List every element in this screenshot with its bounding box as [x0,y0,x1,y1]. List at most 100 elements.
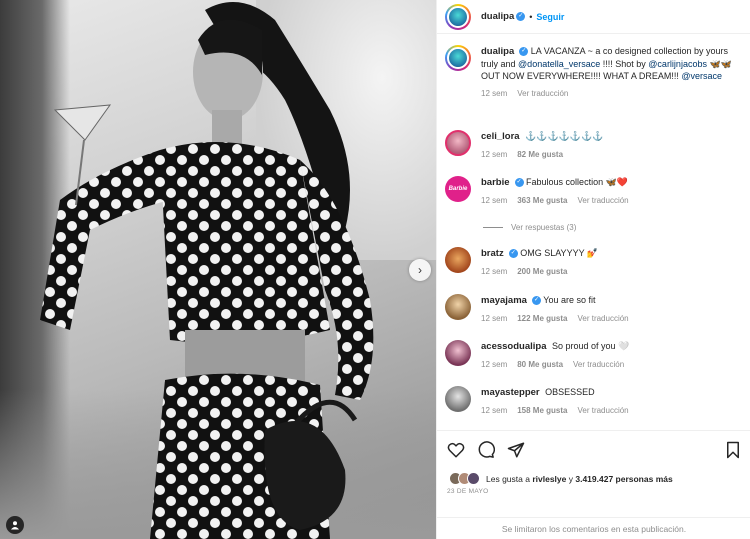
mention-link[interactable]: @versace [681,71,722,81]
commenter-avatar[interactable]: Barbie [445,176,471,202]
verified-icon: ✓ [508,249,518,259]
instagram-post: › dualipa ✓ • Seguir dualipa ✓ LA VACANZ… [0,0,750,539]
comment-text: celi_lora ⚓⚓⚓⚓⚓⚓⚓ [481,130,745,143]
commenter-avatar[interactable] [445,294,471,320]
comment-time[interactable]: 12 sem [481,360,507,369]
comment-text: mayastepper OBSESSED [481,386,745,399]
verified-icon: ✓ [531,296,541,306]
comment-item: Barbie barbie ✓ Fabulous collection 🦋❤️ 1… [445,176,745,205]
comment-text: acessodualipa So proud of you 🤍 [481,340,745,353]
likes-summary[interactable]: Les gusta a rivleslye y 3.419.427 person… [449,472,673,485]
share-icon[interactable] [507,441,525,459]
comment-item: bratz ✓ OMG SLAYYYY 💅 12 sem 200 Me gusta [445,247,745,276]
comment-meta: 12 sem 82 Me gusta [481,150,745,159]
comment-icon[interactable] [477,441,495,459]
commenter-username[interactable]: acessodualipa [481,341,546,352]
comment-time[interactable]: 12 sem [481,406,507,415]
comments-list[interactable]: dualipa ✓ LA VACANZA ~ a co designed coll… [437,35,750,430]
caption-text-part: !!!! Shot by [602,59,646,69]
commenter-username[interactable]: mayajama [481,295,527,306]
comments-limited-notice: Se limitaron los comentarios en esta pub… [437,517,750,534]
comment-body: OMG SLAYYYY 💅 [520,248,599,258]
bookmark-icon[interactable] [725,441,741,459]
replies-divider [483,227,503,228]
header-separator: • [529,11,533,22]
likes-text: Les gusta a rivleslye y 3.419.427 person… [486,474,673,484]
comment-likes[interactable]: 158 Me gusta [517,406,567,415]
translate-link[interactable]: Ver traducción [577,406,628,415]
comment-likes[interactable]: 363 Me gusta [517,196,567,205]
comment-item: mayastepper OBSESSED 12 sem 158 Me gusta… [445,386,745,415]
comment-likes[interactable]: 80 Me gusta [517,360,563,369]
post-date[interactable]: 23 DE MAYO [447,488,489,495]
mention-link[interactable]: @donatella_versace [518,59,600,69]
comment-meta: 12 sem 200 Me gusta [481,267,745,276]
author-username[interactable]: dualipa [481,11,514,22]
view-replies-button[interactable]: Ver respuestas (3) [483,223,576,232]
comment-meta: 12 sem 158 Me gusta Ver traducción [481,406,745,415]
comment-item: celi_lora ⚓⚓⚓⚓⚓⚓⚓ 12 sem 82 Me gusta [445,130,745,159]
commenter-avatar[interactable] [445,386,471,412]
caption-text: dualipa ✓ LA VACANZA ~ a co designed coll… [481,45,745,82]
post-side-panel: dualipa ✓ • Seguir dualipa ✓ LA VACANZA ~… [436,0,750,539]
verified-icon: ✓ [514,178,524,188]
view-replies-label: Ver respuestas (3) [511,223,577,232]
commenter-username[interactable]: mayastepper [481,387,540,398]
comment-likes[interactable]: 122 Me gusta [517,314,567,323]
comment-time[interactable]: 12 sem [481,150,507,159]
author-avatar[interactable] [445,3,471,30]
heart-icon[interactable] [447,441,465,459]
comment-time[interactable]: 12 sem [481,89,507,98]
user-tag-icon [11,521,19,530]
caption-avatar[interactable] [445,45,471,71]
comment-body: Fabulous collection 🦋❤️ [526,177,628,187]
caption-meta: 12 sem Ver traducción [481,89,745,98]
verified-icon: ✓ [519,47,529,57]
chevron-right-icon: › [418,263,422,277]
likes-conjunction: y [568,473,573,484]
user-tag-button[interactable] [6,516,24,534]
comment-item: mayajama ✓ You are so fit 12 sem 122 Me g… [445,294,745,323]
action-icons [447,441,525,459]
comment-body: So proud of you 🤍 [552,341,630,351]
comment-time[interactable]: 12 sem [481,267,507,276]
comment-meta: 12 sem 363 Me gusta Ver traducción [481,196,745,205]
commenter-username[interactable]: bratz [481,248,504,259]
post-header: dualipa ✓ • Seguir [437,0,750,34]
comment-time[interactable]: 12 sem [481,314,507,323]
post-photo[interactable]: › [0,0,436,539]
translate-link[interactable]: Ver traducción [577,314,628,323]
follow-button[interactable]: Seguir [536,12,564,22]
likes-count[interactable]: 3.419.427 personas más [575,474,672,484]
translate-link[interactable]: Ver traducción [577,196,628,205]
mention-link[interactable]: @carlijnjacobs [648,59,707,69]
comment-meta: 12 sem 122 Me gusta Ver traducción [481,314,745,323]
translate-link[interactable]: Ver traducción [517,89,568,98]
translate-link[interactable]: Ver traducción [573,360,624,369]
comment-meta: 12 sem 80 Me gusta Ver traducción [481,360,745,369]
comment-likes[interactable]: 200 Me gusta [517,267,567,276]
commenter-avatar[interactable] [445,247,471,273]
comment-time[interactable]: 12 sem [481,196,507,205]
liker-username[interactable]: rivleslye [532,474,566,484]
commenter-avatar[interactable] [445,340,471,366]
comment-item: acessodualipa So proud of you 🤍 12 sem 8… [445,340,745,369]
liker-avatar [467,472,480,485]
likes-prefix: Les gusta a [486,473,530,484]
comment-text: barbie ✓ Fabulous collection 🦋❤️ [481,176,745,189]
caption: dualipa ✓ LA VACANZA ~ a co designed coll… [445,45,745,98]
verified-icon: ✓ [516,12,526,21]
post-actions: Les gusta a rivleslye y 3.419.427 person… [437,430,750,538]
commenter-username[interactable]: celi_lora [481,131,520,142]
comment-body: You are so fit [543,295,596,305]
commenter-avatar[interactable] [445,130,471,156]
commenter-username[interactable]: barbie [481,177,510,188]
next-photo-button[interactable]: › [409,259,431,281]
comment-text: mayajama ✓ You are so fit [481,294,745,307]
comment-body: OBSESSED [545,387,595,397]
comment-text: bratz ✓ OMG SLAYYYY 💅 [481,247,745,260]
photo-model-figure [40,2,374,539]
comment-likes[interactable]: 82 Me gusta [517,150,563,159]
caption-username[interactable]: dualipa [481,46,514,57]
comment-body: ⚓⚓⚓⚓⚓⚓⚓ [525,131,604,141]
